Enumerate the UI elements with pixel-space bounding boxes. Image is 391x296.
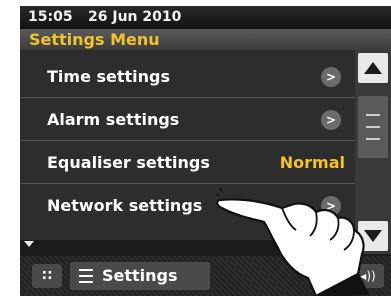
clock-date: 26 Jun 2010 xyxy=(88,9,182,25)
menu-item-label: Time settings xyxy=(47,67,171,86)
chevron-right-icon: > xyxy=(321,110,341,130)
menu-item-label: Network settings xyxy=(47,196,203,215)
menu-item-label: Alarm settings xyxy=(47,110,180,129)
settings-menu-button[interactable]: Settings xyxy=(70,262,210,290)
pointing-hand-icon xyxy=(215,187,370,296)
menu-item-alarm-settings[interactable]: Alarm settings > xyxy=(20,99,355,141)
status-bar: 15:05 26 Jun 2010 xyxy=(20,6,391,29)
menu-item-label: Equaliser settings xyxy=(47,153,210,172)
chevron-right-icon: > xyxy=(321,67,341,87)
menu-item-time-settings[interactable]: Time settings > xyxy=(20,56,355,98)
clock-time: 15:05 xyxy=(28,9,73,25)
scroll-up-button[interactable] xyxy=(358,53,388,83)
settings-button-label: Settings xyxy=(102,266,178,285)
hamburger-icon xyxy=(79,269,95,283)
scroll-thumb[interactable] xyxy=(358,96,388,158)
page-title: Settings Menu xyxy=(20,29,391,50)
more-items-icon xyxy=(24,241,34,247)
grid-icon-button[interactable]: ∷ xyxy=(32,264,62,288)
